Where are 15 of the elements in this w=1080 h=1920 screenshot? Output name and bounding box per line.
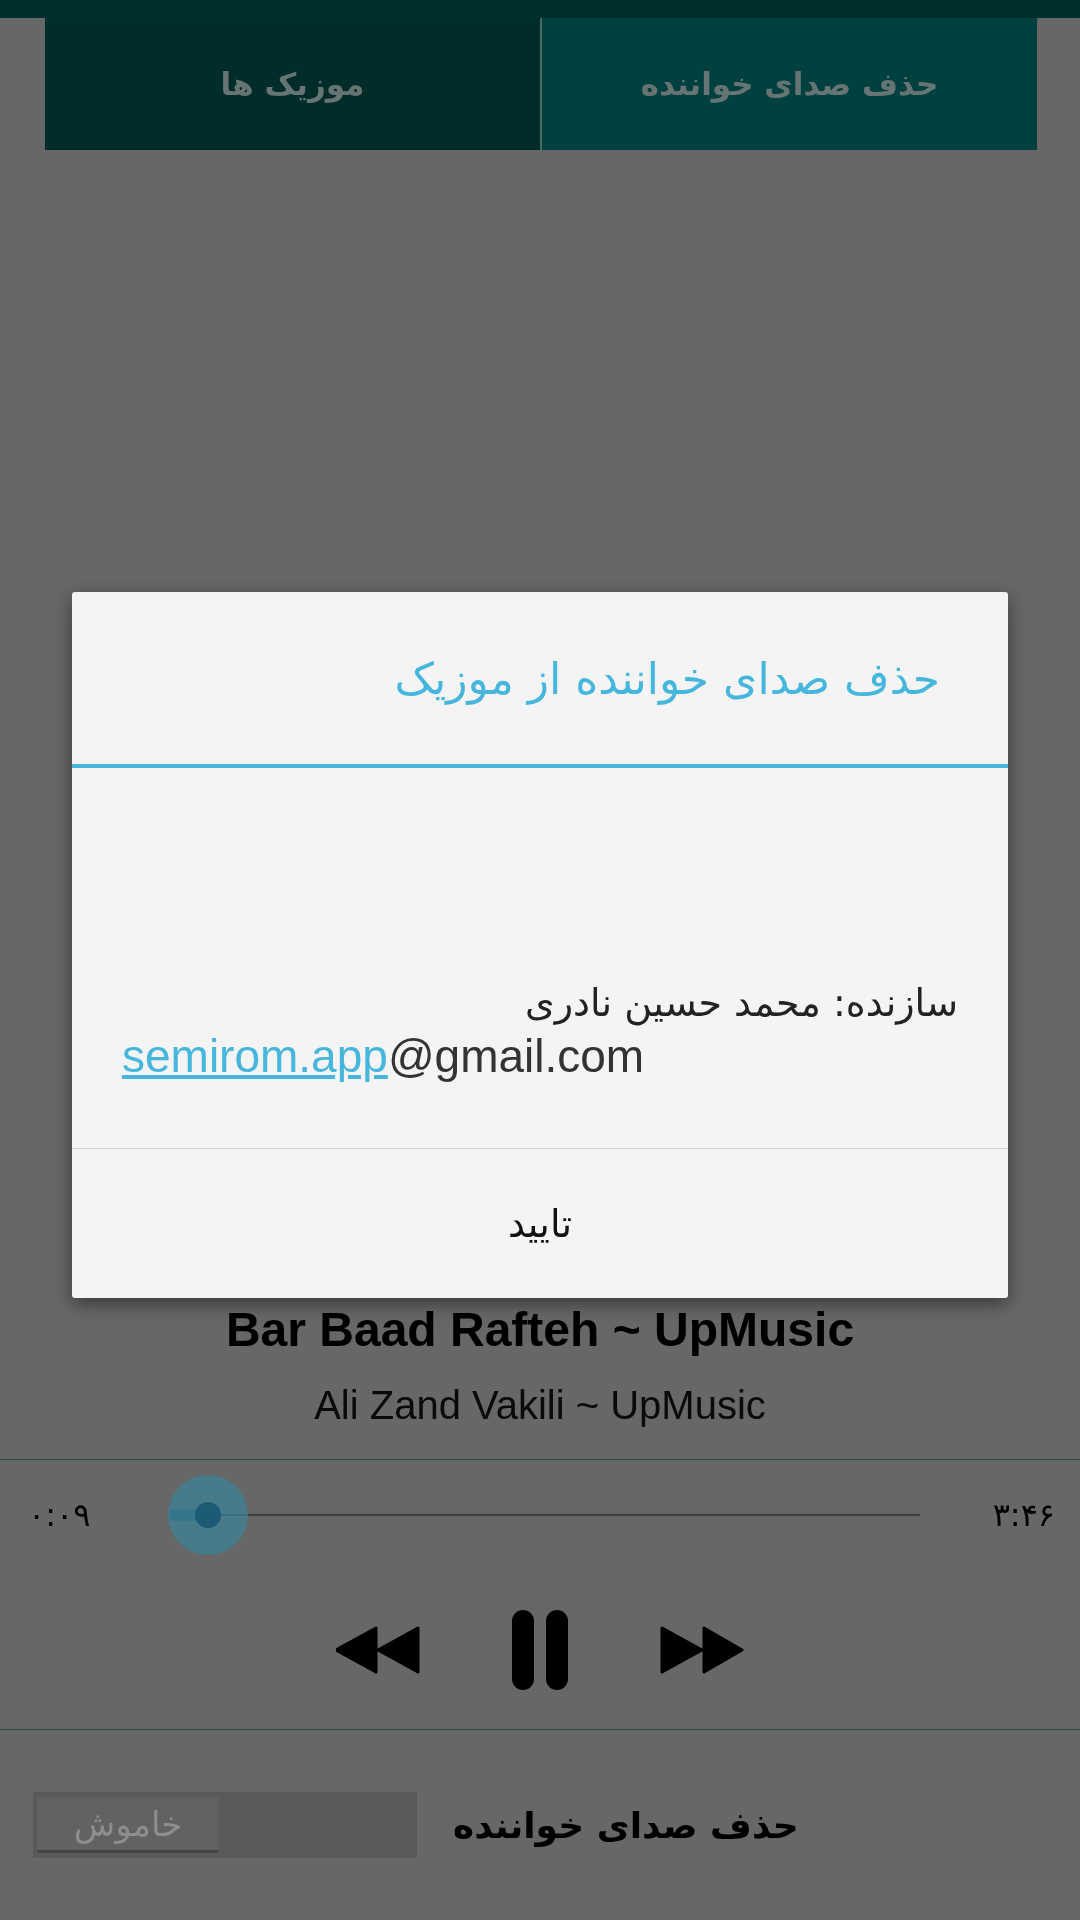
rewind-icon[interactable] <box>336 1625 420 1674</box>
confirm-button[interactable]: تایید <box>477 1191 603 1256</box>
artist-name: Ali Zand Vakili ~ UpMusic <box>313 1382 767 1429</box>
email-text: semirom.app@gmail.com <box>122 1029 646 1083</box>
pause-icon[interactable] <box>510 1607 570 1692</box>
fast-forward-icon[interactable] <box>660 1625 744 1674</box>
setting-label: حذف صدای خواننده <box>453 1804 799 1846</box>
tab[interactable]: موزیک ها <box>45 18 542 150</box>
total-time: ۳:۴۶ <box>991 1496 1055 1534</box>
email-link[interactable]: semirom.app <box>122 1030 388 1082</box>
creator-text: سازنده: محمد حسین نادری <box>524 981 958 1025</box>
elapsed-time: ۰:۰۹ <box>28 1496 92 1534</box>
song-title: Bar Baad Rafteh ~ UpMusic <box>224 1302 856 1358</box>
tab[interactable]: حذف صدای خواننده <box>542 18 1037 150</box>
dialog-title: حذف صدای خواننده از موزیک <box>72 592 1008 768</box>
